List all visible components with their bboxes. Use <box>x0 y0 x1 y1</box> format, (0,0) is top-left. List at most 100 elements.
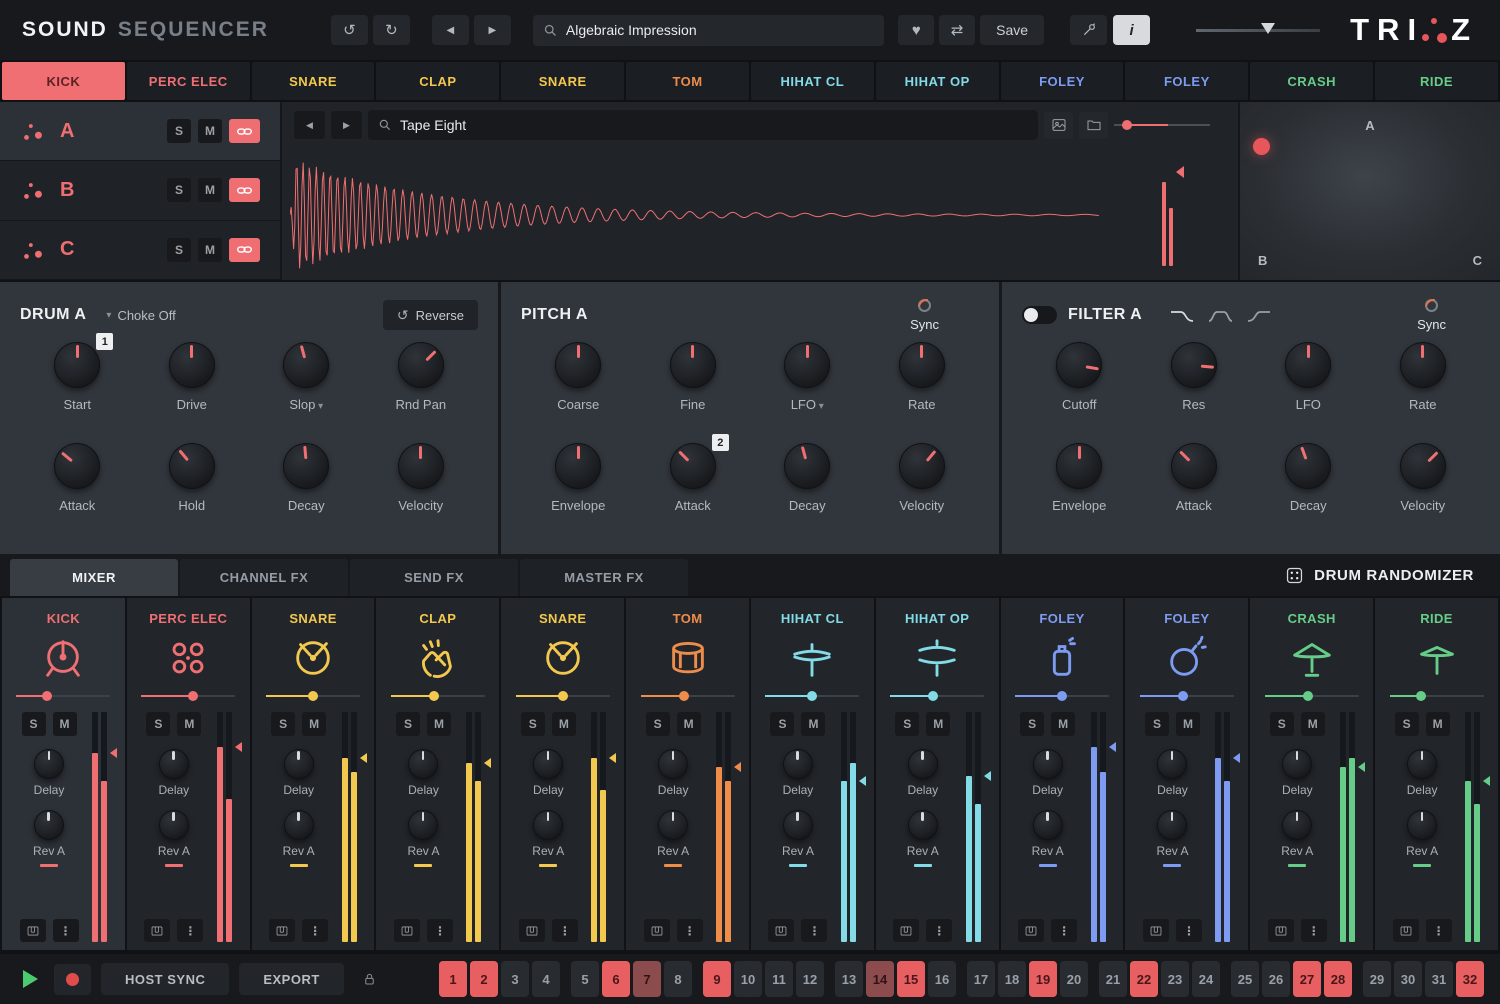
xy-pad-handle[interactable] <box>1253 138 1270 155</box>
drum-pad-tab[interactable]: PERC ELEC <box>127 62 250 100</box>
mixer-channel[interactable]: HIHAT OP S M Delay <box>876 598 999 950</box>
reverse-button[interactable]: ↺ Reverse <box>383 300 478 330</box>
step-button[interactable]: 6 <box>602 961 630 997</box>
step-button[interactable]: 11 <box>765 961 793 997</box>
channel-menu-button[interactable]: ⋮ <box>1426 919 1452 942</box>
preset-search-input[interactable] <box>566 22 875 38</box>
channel-volume-handle[interactable] <box>42 691 52 701</box>
knob-control[interactable]: Rate <box>899 342 945 443</box>
settings-wrench-button[interactable] <box>1070 15 1107 45</box>
layer-link-button[interactable] <box>229 178 260 202</box>
layer-link-button[interactable] <box>229 119 260 143</box>
step-button[interactable]: 20 <box>1060 961 1088 997</box>
layer-solo-button[interactable]: S <box>167 119 191 143</box>
channel-volume-slider[interactable] <box>391 690 485 702</box>
prev-preset-button[interactable]: ◀ <box>432 15 469 45</box>
master-volume-handle[interactable] <box>1261 23 1275 34</box>
drum-pad-tab[interactable]: SNARE <box>501 62 624 100</box>
channel-volume-slider[interactable] <box>641 690 735 702</box>
mixer-channel[interactable]: PERC ELEC S M Delay <box>127 598 250 950</box>
channel-mute-button[interactable]: M <box>1176 712 1200 736</box>
channel-mute-button[interactable]: M <box>677 712 701 736</box>
prev-sample-button[interactable]: ◀ <box>294 111 325 139</box>
mixer-channel[interactable]: HIHAT CL S M Delay <box>751 598 874 950</box>
knob-control[interactable]: 1 Start <box>54 342 100 443</box>
channel-menu-button[interactable]: ⋮ <box>302 919 328 942</box>
knob-control[interactable]: Hold <box>169 443 215 544</box>
mixer-tab[interactable]: SEND FX <box>350 559 518 596</box>
step-button[interactable]: 29 <box>1363 961 1391 997</box>
layer-mute-button[interactable]: M <box>198 119 222 143</box>
knob-control[interactable]: Envelope <box>1052 443 1106 544</box>
delay-send-knob[interactable]: Delay <box>533 749 564 797</box>
channel-volume-handle[interactable] <box>1057 691 1067 701</box>
step-button[interactable]: 32 <box>1456 961 1484 997</box>
channel-solo-button[interactable]: S <box>770 712 794 736</box>
knob-control[interactable]: Velocity <box>398 443 444 544</box>
drum-pad-tab[interactable]: CRASH <box>1250 62 1373 100</box>
delay-send-knob[interactable]: Delay <box>1157 749 1188 797</box>
channel-mute-button[interactable]: M <box>1426 712 1450 736</box>
layer-link-button[interactable] <box>229 238 260 262</box>
info-button[interactable]: i <box>1113 15 1150 45</box>
mixer-channel[interactable]: FOLEY S M Delay <box>1125 598 1248 950</box>
keyboard-mapping-button[interactable] <box>394 919 420 942</box>
keyboard-mapping-button[interactable] <box>1393 919 1419 942</box>
layer-blend-xy-pad[interactable]: A B C <box>1240 102 1500 280</box>
channel-solo-button[interactable]: S <box>895 712 919 736</box>
layer-mute-button[interactable]: M <box>198 238 222 262</box>
channel-solo-button[interactable]: S <box>1395 712 1419 736</box>
lock-button[interactable] <box>354 964 386 994</box>
channel-volume-slider[interactable] <box>516 690 610 702</box>
channel-menu-button[interactable]: ⋮ <box>53 919 79 942</box>
favorite-button[interactable]: ♥ <box>898 15 934 45</box>
knob-control[interactable]: LFO <box>784 342 830 443</box>
channel-volume-slider[interactable] <box>266 690 360 702</box>
pitch-sync-control[interactable]: Sync <box>910 299 939 332</box>
keyboard-mapping-button[interactable] <box>269 919 295 942</box>
redo-button[interactable]: ↻ <box>373 15 410 45</box>
knob-control[interactable]: Velocity <box>899 443 945 544</box>
reverb-send-knob[interactable]: Rev A <box>782 810 814 867</box>
step-button[interactable]: 1 <box>439 961 467 997</box>
channel-solo-button[interactable]: S <box>146 712 170 736</box>
drum-pad-tab[interactable]: FOLEY <box>1001 62 1124 100</box>
step-button[interactable]: 26 <box>1262 961 1290 997</box>
reverb-send-knob[interactable]: Rev A <box>33 810 65 867</box>
knob-dial[interactable] <box>555 443 601 489</box>
channel-mute-button[interactable]: M <box>302 712 326 736</box>
layer-solo-button[interactable]: S <box>167 178 191 202</box>
knob-dial[interactable] <box>1400 342 1446 388</box>
waveform-peak-marker-icon[interactable] <box>1176 166 1184 178</box>
channel-menu-button[interactable]: ⋮ <box>801 919 827 942</box>
channel-volume-slider[interactable] <box>1015 690 1109 702</box>
channel-volume-handle[interactable] <box>1178 691 1188 701</box>
knob-dial[interactable] <box>899 443 945 489</box>
knob-dial[interactable] <box>784 342 830 388</box>
knob-control[interactable]: Slop <box>283 342 329 443</box>
sample-layer-row[interactable]: C S M <box>0 221 280 280</box>
keyboard-mapping-button[interactable] <box>768 919 794 942</box>
step-button[interactable]: 27 <box>1293 961 1321 997</box>
channel-volume-slider[interactable] <box>1140 690 1234 702</box>
drum-pad-tab[interactable]: HIHAT CL <box>751 62 874 100</box>
knob-control[interactable]: 2 Attack <box>670 443 716 544</box>
delay-send-knob[interactable]: Delay <box>283 749 314 797</box>
step-button[interactable]: 23 <box>1161 961 1189 997</box>
mixer-tab[interactable]: CHANNEL FX <box>180 559 348 596</box>
reverb-send-knob[interactable]: Rev A <box>532 810 564 867</box>
step-button[interactable]: 19 <box>1029 961 1057 997</box>
undo-button[interactable]: ↺ <box>331 15 368 45</box>
sample-volume-slider[interactable] <box>1114 118 1210 132</box>
mixer-channel[interactable]: CRASH S M Delay <box>1250 598 1373 950</box>
step-button[interactable]: 2 <box>470 961 498 997</box>
knob-dial[interactable] <box>1400 443 1446 489</box>
master-volume-slider[interactable] <box>1196 22 1320 38</box>
channel-menu-button[interactable]: ⋮ <box>1301 919 1327 942</box>
channel-volume-slider[interactable] <box>141 690 235 702</box>
mixer-channel[interactable]: RIDE S M Delay <box>1375 598 1498 950</box>
reverb-send-knob[interactable]: Rev A <box>158 810 190 867</box>
knob-dial[interactable] <box>784 443 830 489</box>
sample-search[interactable] <box>368 110 1038 140</box>
knob-dial[interactable]: 2 <box>670 443 716 489</box>
